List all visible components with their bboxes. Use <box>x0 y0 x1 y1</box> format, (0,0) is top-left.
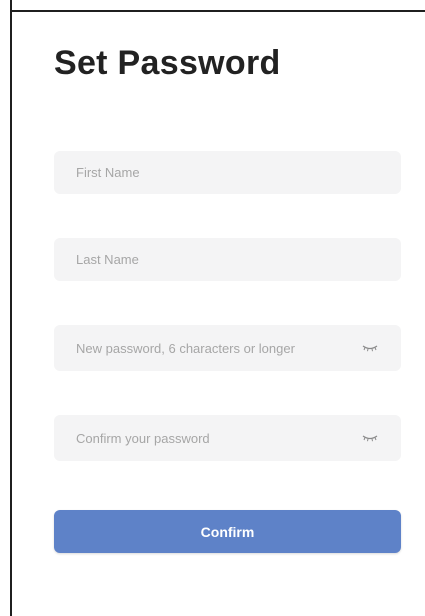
confirm-password-input[interactable] <box>76 430 353 446</box>
confirm-button[interactable]: Confirm <box>54 510 401 553</box>
confirm-password-field[interactable] <box>54 415 401 461</box>
frame-border-top <box>10 10 425 12</box>
frame-border-left <box>10 0 12 616</box>
new-password-field[interactable] <box>54 325 401 371</box>
page-title: Set Password <box>54 44 281 82</box>
last-name-input[interactable] <box>76 252 379 267</box>
last-name-field[interactable] <box>54 238 401 281</box>
first-name-field[interactable] <box>54 151 401 194</box>
first-name-input[interactable] <box>76 165 379 180</box>
new-password-input[interactable] <box>76 340 353 356</box>
set-password-screen: Set Password First Name Last Name Confir… <box>0 0 425 616</box>
eye-closed-icon[interactable] <box>361 343 379 353</box>
eye-closed-icon[interactable] <box>361 433 379 443</box>
